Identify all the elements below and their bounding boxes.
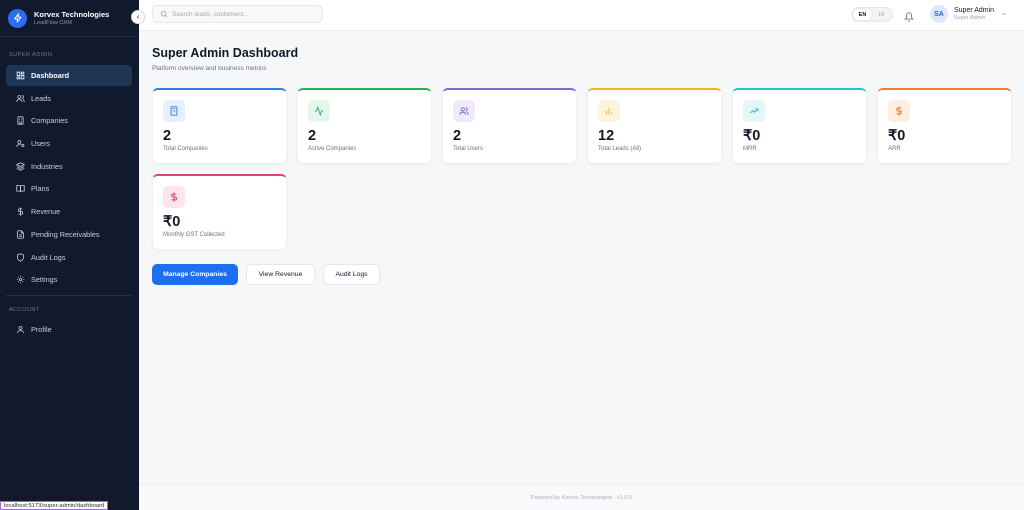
sidebar-item-settings[interactable]: Settings — [6, 269, 132, 290]
stat-label: ARR — [888, 146, 901, 152]
chevron-down-icon — [1002, 12, 1006, 16]
stat-value: 2 — [163, 128, 172, 144]
audit-logs-button[interactable]: Audit Logs — [323, 264, 380, 285]
stat-label: Total Companies — [163, 146, 208, 152]
lang-en-button[interactable]: EN — [853, 9, 872, 20]
stat-card-total-leads: 12 Total Leads (All) — [587, 88, 722, 164]
search-icon — [160, 10, 167, 17]
sidebar-item-label: Profile — [31, 325, 52, 334]
sidebar-item-plans[interactable]: Plans — [6, 178, 132, 199]
brand[interactable]: Korvex Technologies LeadFlow CRM — [0, 0, 139, 37]
brand-logo-icon — [8, 8, 27, 28]
sidebar-item-label: Plans — [31, 184, 50, 194]
language-toggle: EN HI — [851, 7, 893, 22]
stat-label: Monthly GST Collected — [163, 232, 225, 238]
sidebar-item-label: Industries — [31, 161, 63, 171]
stat-value: 2 — [453, 128, 462, 144]
brand-name: Korvex Technologies — [34, 10, 110, 19]
stat-card-arr: ₹0 ARR — [877, 88, 1012, 164]
sidebar-item-industries[interactable]: Industries — [6, 156, 132, 177]
sidebar-item-revenue[interactable]: Revenue — [6, 201, 132, 222]
building-icon — [163, 100, 185, 122]
stat-card-total-companies: 2 Total Companies — [152, 88, 287, 164]
sidebar-item-users[interactable]: Users — [6, 133, 132, 154]
stat-value: 12 — [598, 128, 615, 144]
sidebar-collapse-button[interactable] — [131, 10, 145, 24]
sidebar-item-pending-receivables[interactable]: Pending Receivables — [6, 224, 132, 245]
dollar-icon — [15, 207, 25, 217]
sidebar-item-label: Dashboard — [31, 71, 70, 80]
bell-icon — [903, 12, 915, 22]
trending-up-icon — [743, 100, 765, 122]
sidebar-item-label: Settings — [31, 275, 58, 285]
topbar: EN HI SA Super Admin Super Admin — [139, 0, 1024, 31]
dollar-icon — [163, 186, 185, 208]
stat-value: ₹0 — [743, 128, 761, 144]
bar-chart-icon — [598, 100, 620, 122]
user-role: Super Admin — [954, 15, 986, 21]
stat-value: ₹0 — [163, 214, 181, 230]
sidebar-item-label: Revenue — [31, 207, 61, 217]
user-name: Super Admin — [954, 7, 995, 14]
manage-companies-button[interactable]: Manage Companies — [152, 264, 238, 285]
search-input[interactable] — [172, 10, 312, 18]
stat-label: Total Users — [453, 146, 484, 152]
stat-value: 2 — [308, 128, 317, 144]
stat-card-mrr: ₹0 MRR — [732, 88, 867, 164]
user-cog-icon — [15, 139, 25, 149]
sidebar-item-label: Audit Logs — [31, 252, 66, 262]
layers-icon — [15, 161, 25, 171]
avatar: SA — [930, 5, 948, 23]
receipt-icon — [15, 229, 25, 239]
stat-label: Total Leads (All) — [598, 146, 642, 152]
account-nav: Profile — [6, 319, 132, 342]
sidebar-item-audit-logs[interactable]: Audit Logs — [6, 247, 132, 268]
sidebar-divider — [6, 295, 132, 296]
stat-value: ₹0 — [888, 128, 906, 144]
page-title: Super Admin Dashboard — [152, 46, 299, 60]
stat-card-total-users: 2 Total Users — [442, 88, 577, 164]
user-icon — [15, 325, 25, 335]
notifications-button[interactable] — [903, 9, 915, 22]
sidebar-item-label: Leads — [31, 93, 51, 103]
dashboard-icon — [15, 71, 25, 81]
stat-label: MRR — [743, 146, 757, 152]
sidebar-item-dashboard[interactable]: Dashboard — [6, 65, 132, 86]
page-subtitle: Platform overview and business metrics — [152, 65, 267, 72]
sidebar-item-label: Pending Receivables — [31, 229, 100, 239]
sidebar-nav: Dashboard Leads Companies Users Industri… — [6, 65, 132, 292]
sidebar-item-label: Users — [31, 139, 51, 149]
sidebar-item-companies[interactable]: Companies — [6, 110, 132, 131]
lang-hi-button[interactable]: HI — [872, 9, 891, 20]
chevron-left-icon — [136, 15, 140, 19]
search-box[interactable] — [152, 5, 323, 23]
stat-label: Active Companies — [308, 146, 357, 152]
page-footer: Powered by Korvex Technologies · v1.0.0 — [139, 484, 1024, 510]
status-url-tooltip: localhost:5173/super-admin/dashboard — [0, 501, 109, 510]
sidebar-item-profile[interactable]: Profile — [6, 319, 132, 340]
section-label-super-admin: SUPER ADMIN — [9, 52, 53, 58]
section-label-account: ACCOUNT — [9, 307, 40, 313]
brand-subtitle: LeadFlow CRM — [34, 20, 72, 26]
users-icon — [15, 93, 25, 103]
shield-icon — [15, 252, 25, 262]
stat-card-active-companies: 2 Active Companies — [297, 88, 432, 164]
user-menu[interactable]: SA Super Admin Super Admin — [930, 5, 1007, 23]
sidebar-item-label: Companies — [31, 116, 68, 126]
building-icon — [15, 116, 25, 126]
dollar-icon — [888, 100, 910, 122]
activity-icon — [308, 100, 330, 122]
gear-icon — [15, 275, 25, 285]
view-revenue-button[interactable]: View Revenue — [246, 264, 315, 285]
sidebar: Korvex Technologies LeadFlow CRM SUPER A… — [0, 0, 139, 510]
users-icon — [453, 100, 475, 122]
sidebar-item-leads[interactable]: Leads — [6, 88, 132, 109]
stat-card-monthly-gst: ₹0 Monthly GST Collected — [152, 174, 287, 250]
book-icon — [15, 184, 25, 194]
